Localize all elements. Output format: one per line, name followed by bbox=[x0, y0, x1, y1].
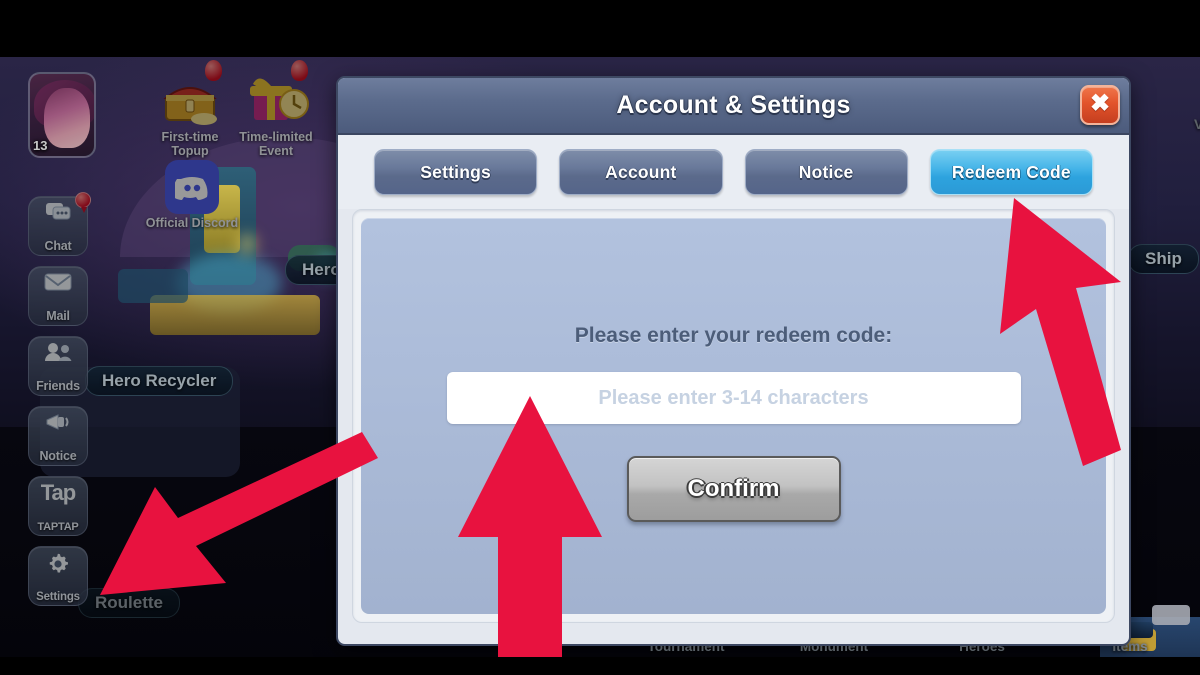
sidebar-item-label: Chat bbox=[44, 239, 72, 253]
megaphone-icon bbox=[44, 412, 72, 432]
discord-icon bbox=[154, 160, 230, 214]
gift-clock-icon bbox=[238, 60, 314, 130]
account-settings-dialog: Account & Settings ✖ Settings Account No… bbox=[336, 76, 1131, 646]
player-avatar-card[interactable]: 13 bbox=[28, 72, 96, 158]
promo-time-limited-event[interactable]: Time-limited Event bbox=[228, 60, 324, 158]
taptap-icon: Tap bbox=[40, 480, 76, 505]
close-button[interactable]: ✖ bbox=[1080, 85, 1120, 125]
sidebar-item-friends[interactable]: Friends bbox=[28, 336, 88, 396]
confirm-button[interactable]: Confirm bbox=[626, 456, 841, 522]
avatar-face bbox=[44, 88, 90, 148]
sidebar-item-label: Settings bbox=[36, 591, 80, 603]
avatar-level: 13 bbox=[33, 138, 48, 153]
dialog-title: Account & Settings bbox=[616, 91, 851, 119]
redeem-prompt-label: Please enter your redeem code: bbox=[574, 324, 893, 347]
balloon-icon bbox=[205, 60, 222, 81]
promo-official-discord[interactable]: Official Discord bbox=[144, 160, 240, 230]
world-label-roulette[interactable]: Roulette bbox=[78, 588, 180, 618]
sidebar-item-chat[interactable]: Chat bbox=[28, 192, 91, 256]
close-x-icon: ✖ bbox=[1089, 90, 1111, 117]
letterbox-top bbox=[0, 0, 1200, 57]
redeem-code-input[interactable] bbox=[446, 372, 1021, 424]
tab-redeem-code[interactable]: Redeem Code bbox=[929, 149, 1093, 195]
tab-account[interactable]: Account bbox=[559, 149, 723, 195]
notification-badge-icon bbox=[75, 192, 91, 213]
sidebar-item-label: Friends bbox=[36, 379, 80, 393]
treasure-chest-icon bbox=[152, 60, 228, 130]
world-label-vessel: Ve bbox=[1194, 116, 1200, 132]
game-screen: 13 Chat Mail Friends Notice Tap TAPTAP S… bbox=[0, 0, 1200, 675]
sidebar-item-label: Mail bbox=[46, 309, 70, 323]
dialog-tabbar: Settings Account Notice Redeem Code bbox=[338, 135, 1129, 209]
promo-label: First-time Topup bbox=[161, 130, 219, 158]
promo-label: Official Discord bbox=[145, 216, 239, 230]
sidebar-item-label: Notice bbox=[39, 449, 77, 463]
world-label-ship[interactable]: Ship bbox=[1128, 244, 1199, 274]
envelope-icon bbox=[44, 272, 72, 292]
left-icon-rail: Chat Mail Friends Notice Tap TAPTAP Sett… bbox=[28, 192, 92, 616]
dialog-titlebar: Account & Settings ✖ bbox=[338, 78, 1129, 135]
tab-settings[interactable]: Settings bbox=[374, 149, 538, 195]
balloon-icon bbox=[291, 60, 308, 81]
friends-icon bbox=[44, 342, 72, 362]
sidebar-item-taptap[interactable]: Tap TAPTAP bbox=[28, 476, 88, 536]
sidebar-item-mail[interactable]: Mail bbox=[28, 266, 88, 326]
letterbox-bottom bbox=[0, 657, 1200, 675]
sidebar-item-settings[interactable]: Settings bbox=[28, 546, 88, 606]
dialog-content-frame: Please enter your redeem code: Confirm bbox=[352, 209, 1115, 623]
world-label-hero-recycler[interactable]: Hero Recycler bbox=[85, 366, 234, 396]
redeem-code-panel: Please enter your redeem code: Confirm bbox=[361, 218, 1106, 614]
sidebar-item-label: TAPTAP bbox=[37, 521, 79, 533]
chat-bubbles-icon bbox=[45, 202, 71, 222]
tab-notice[interactable]: Notice bbox=[744, 149, 908, 195]
gear-icon bbox=[46, 552, 70, 576]
sidebar-item-notice[interactable]: Notice bbox=[28, 406, 88, 466]
promo-first-time-topup[interactable]: First-time Topup bbox=[142, 60, 238, 158]
promo-label: Time-limited Event bbox=[239, 130, 313, 158]
